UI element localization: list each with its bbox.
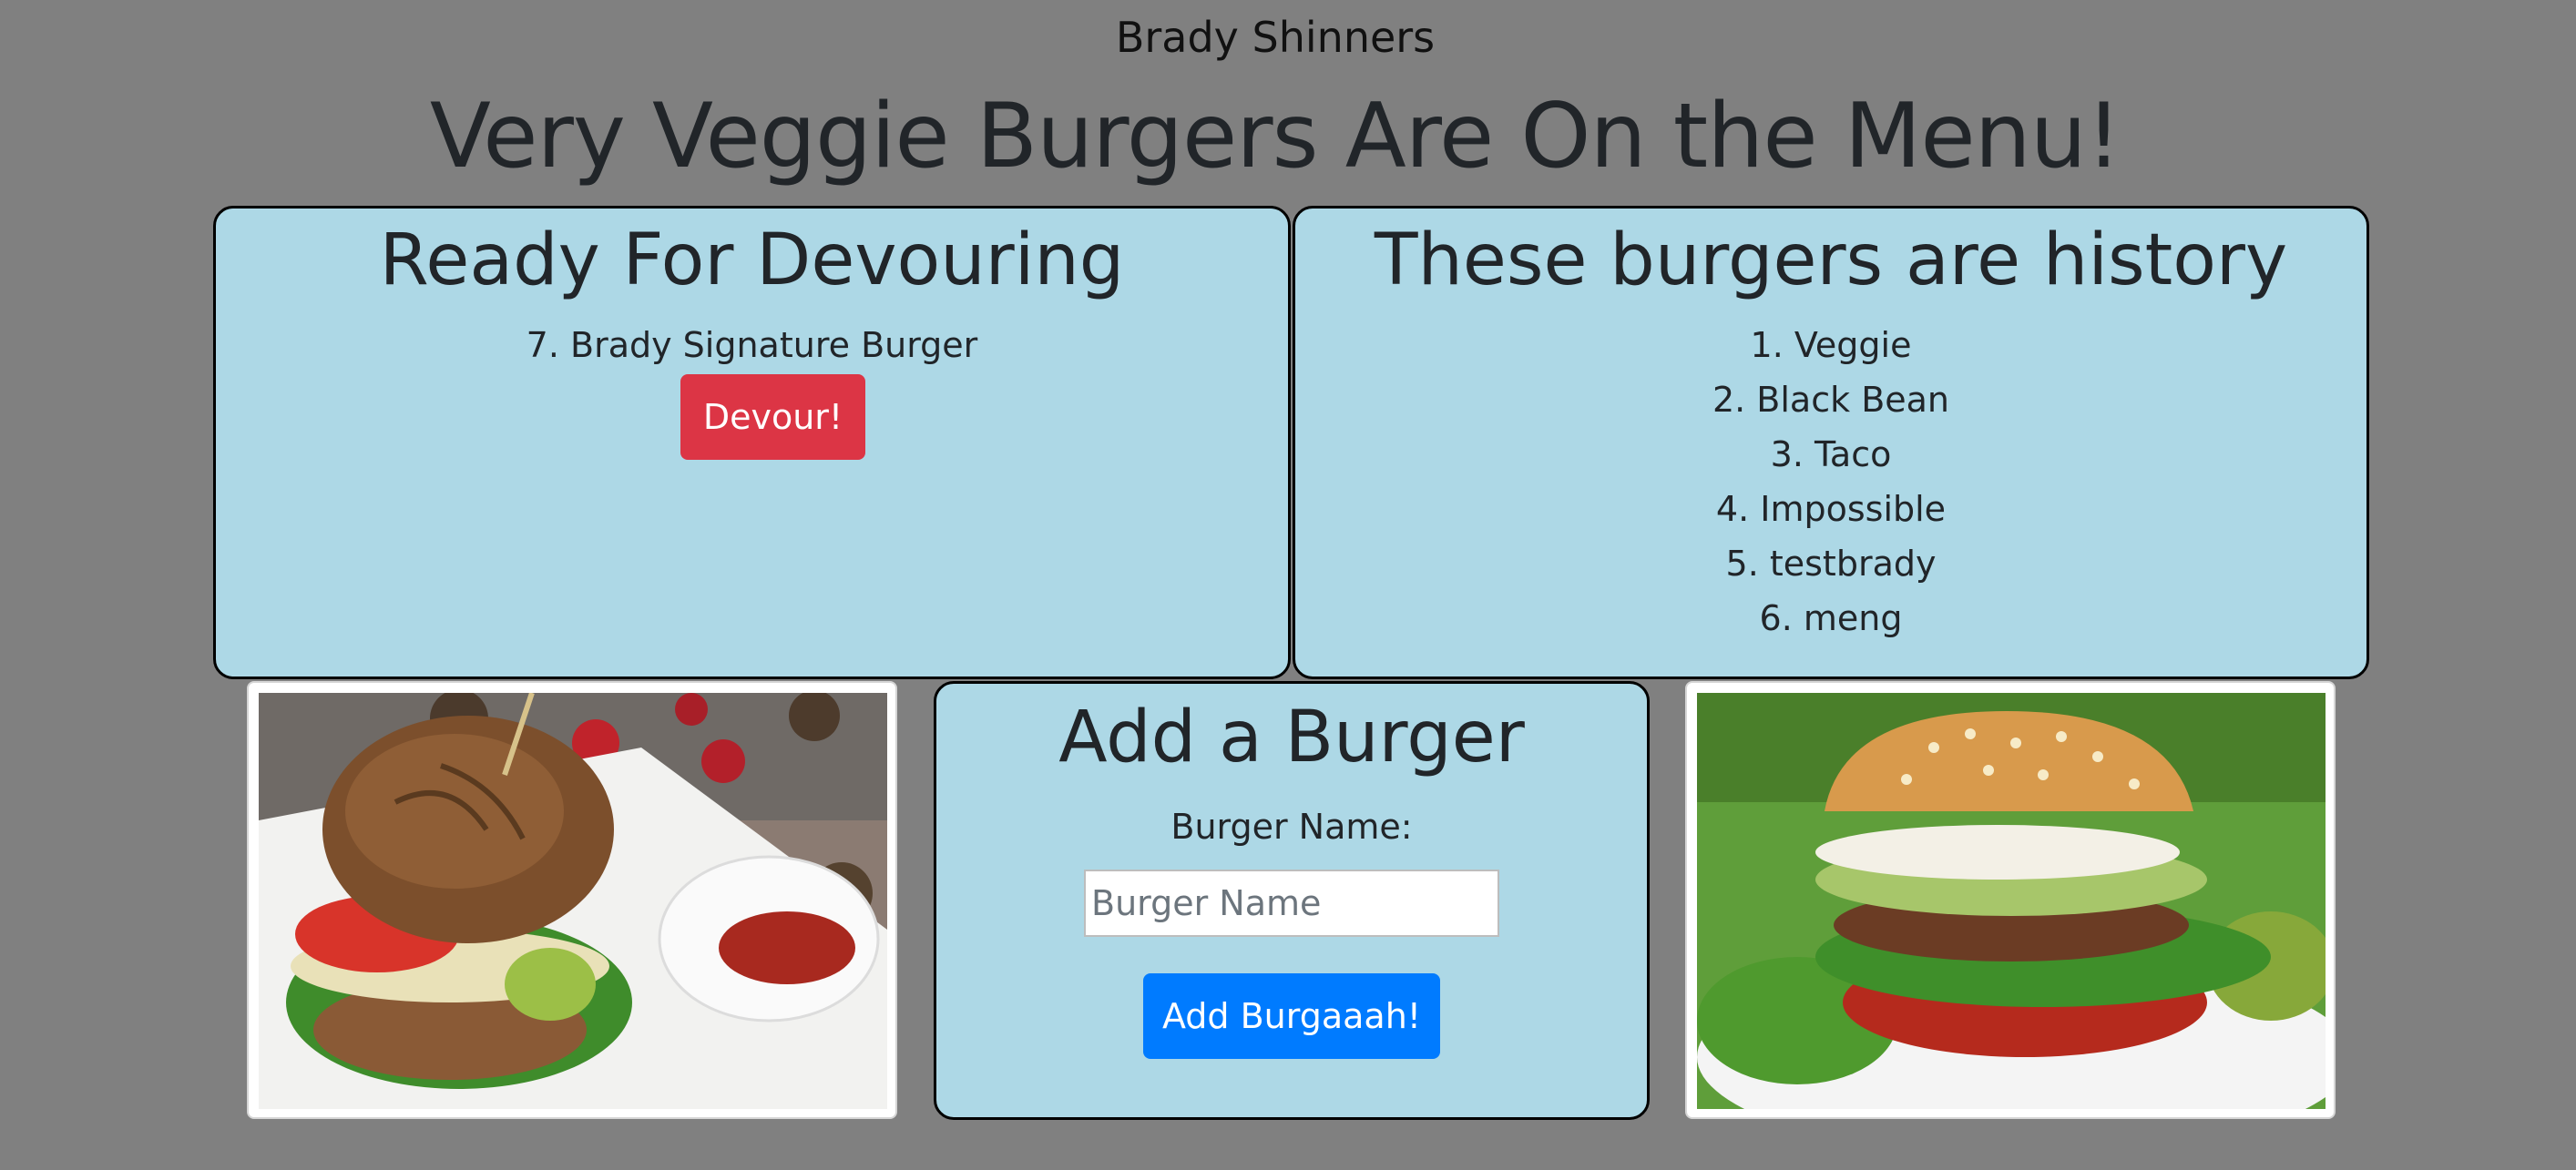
list-item: 7. Brady Signature Burger Devour!: [216, 318, 1288, 460]
sesame-bun-burger-image: [1697, 693, 2326, 1109]
add-burger-title: Add a Burger: [1058, 697, 1525, 778]
devour-button[interactable]: Devour!: [680, 374, 865, 460]
history-panel-title: These burgers are history: [1374, 219, 2288, 301]
add-burger-button[interactable]: Add Burgaaah!: [1143, 973, 1440, 1059]
list-item: 2. Black Bean: [1712, 380, 1950, 420]
ready-list: 7. Brady Signature Burger Devour!: [216, 318, 1288, 460]
page-title: Very Veggie Burgers Are On the Menu!: [429, 85, 2121, 188]
list-item: 4. Impossible: [1715, 489, 1947, 529]
list-item: 3. Taco: [1770, 434, 1892, 474]
list-item: 5. testbrady: [1725, 544, 1937, 584]
add-burger-panel: Add a Burger Burger Name: Add Burgaaah!: [934, 681, 1650, 1120]
burger-name-input[interactable]: [1084, 870, 1499, 937]
ready-panel: Ready For Devouring 7. Brady Signature B…: [213, 206, 1291, 679]
burger-photo-left: [247, 681, 897, 1119]
history-list: 1. Veggie 2. Black Bean 3. Taco 4. Impos…: [1295, 318, 2366, 646]
author-name: Brady Shinners: [1115, 13, 1436, 62]
history-panel: These burgers are history 1. Veggie 2. B…: [1293, 206, 2369, 679]
dark-bun-burger-image: [259, 693, 887, 1109]
list-item: 6. meng: [1759, 598, 1903, 638]
burger-photo-right: [1685, 681, 2336, 1119]
list-item: 1. Veggie: [1750, 325, 1912, 365]
burger-name: 7. Brady Signature Burger: [526, 325, 978, 365]
burger-name-label: Burger Name:: [1170, 807, 1413, 847]
ready-panel-title: Ready For Devouring: [379, 219, 1125, 301]
